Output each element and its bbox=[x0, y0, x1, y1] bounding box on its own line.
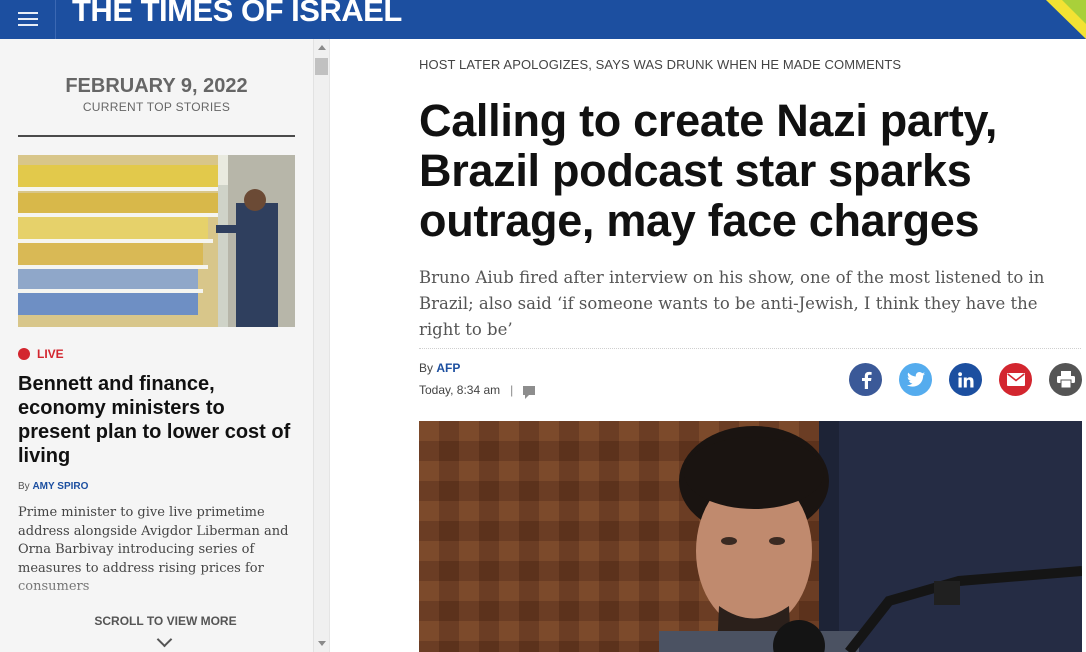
sidebar-scrollbar[interactable] bbox=[313, 39, 330, 652]
article-headline: Calling to create Nazi party, Brazil pod… bbox=[419, 95, 998, 246]
hamburger-icon-line bbox=[18, 18, 38, 20]
top-stories-sidebar: FEBRUARY 9, 2022 CURRENT TOP STORIES LIV… bbox=[0, 39, 313, 652]
linkedin-icon bbox=[957, 371, 973, 387]
scrollbar-thumb[interactable] bbox=[315, 58, 328, 75]
live-label: LIVE bbox=[37, 347, 64, 361]
facebook-icon bbox=[861, 371, 872, 389]
twitter-icon bbox=[906, 372, 925, 387]
article-dotted-divider bbox=[419, 348, 1081, 349]
sidebar-story-image[interactable] bbox=[18, 155, 295, 327]
byline-prefix: By bbox=[419, 361, 434, 375]
article-subtitle: Bruno Aiub fired after interview on his … bbox=[419, 268, 1045, 339]
separator: | bbox=[510, 383, 514, 397]
email-icon bbox=[1006, 373, 1025, 386]
share-twitter-button[interactable] bbox=[899, 363, 932, 396]
hamburger-icon bbox=[18, 12, 38, 14]
site-header: THE TIMES OF ISRAEL bbox=[0, 0, 1086, 39]
print-icon bbox=[1056, 371, 1075, 388]
share-facebook-button[interactable] bbox=[849, 363, 882, 396]
menu-button[interactable] bbox=[0, 0, 56, 39]
sidebar-date: FEBRUARY 9, 2022 bbox=[65, 75, 248, 97]
live-indicator: LIVE bbox=[18, 347, 64, 361]
column-divider bbox=[329, 39, 330, 652]
article-hero-image[interactable] bbox=[419, 421, 1082, 652]
article-byline: By AFP bbox=[419, 361, 460, 375]
comment-icon[interactable] bbox=[523, 385, 536, 399]
corner-decoration-icon bbox=[1046, 0, 1086, 39]
sidebar-author-link[interactable]: AMY SPIRO bbox=[32, 481, 88, 492]
sidebar-date-subtitle: CURRENT TOP STORIES bbox=[82, 100, 231, 114]
article-author-link[interactable]: AFP bbox=[436, 361, 460, 375]
share-email-button[interactable] bbox=[999, 363, 1032, 396]
hamburger-icon-line bbox=[18, 24, 38, 26]
site-logo[interactable]: THE TIMES OF ISRAEL bbox=[72, 0, 402, 29]
sidebar-divider bbox=[18, 135, 295, 137]
article-kicker: HOST LATER APOLOGIZES, SAYS WAS DRUNK WH… bbox=[419, 57, 902, 72]
live-dot-icon bbox=[18, 348, 30, 360]
chevron-down-icon[interactable] bbox=[156, 631, 173, 648]
article-timestamp-row: Today, 8:34 am | bbox=[419, 383, 536, 399]
scroll-to-view-more[interactable]: SCROLL TO VIEW MORE bbox=[18, 614, 313, 628]
scroll-down-arrow-icon[interactable] bbox=[318, 641, 326, 646]
sidebar-story-headline[interactable]: Bennett and finance, economy ministers t… bbox=[18, 372, 298, 468]
sidebar-story-byline: By AMY SPIRO bbox=[18, 481, 88, 492]
share-print-button[interactable] bbox=[1049, 363, 1082, 396]
share-linkedin-button[interactable] bbox=[949, 363, 982, 396]
article-timestamp: Today, 8:34 am bbox=[419, 383, 501, 397]
byline-prefix: By bbox=[18, 481, 30, 492]
scroll-up-arrow-icon[interactable] bbox=[318, 45, 326, 50]
